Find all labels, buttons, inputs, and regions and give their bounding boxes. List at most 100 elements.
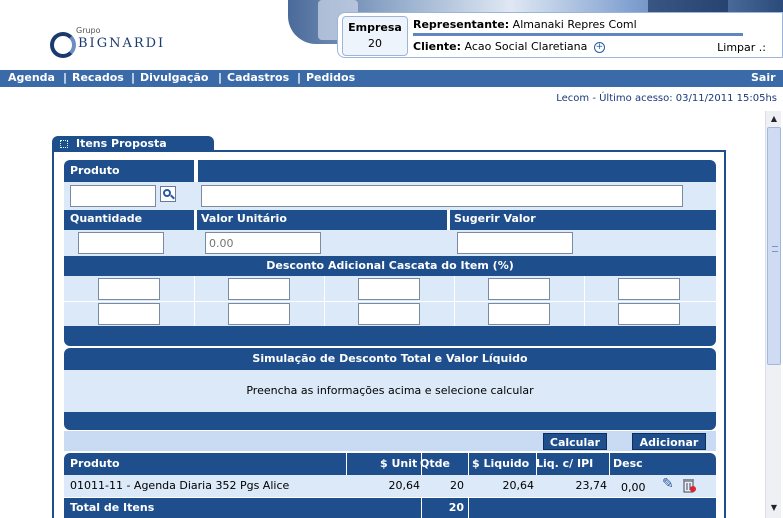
simulacao-message: Preencha as informações acima e selecion… xyxy=(246,384,534,397)
desconto-input-4[interactable] xyxy=(488,278,550,300)
col-divider xyxy=(421,453,422,475)
simulacao-footer xyxy=(64,412,716,430)
col-divider xyxy=(536,453,537,475)
last-access-status: Lecom - Último acesso: 03/11/2011 15:05h… xyxy=(556,93,777,104)
cliente-value: Acao Social Claretiana xyxy=(464,40,588,53)
header-divider xyxy=(413,33,743,36)
col-divider xyxy=(468,453,469,475)
adicionar-button[interactable]: Adicionar xyxy=(632,433,706,450)
produto-code-input[interactable] xyxy=(70,185,156,207)
plus-circle-icon[interactable]: + xyxy=(593,41,605,53)
row-qtde: 20 xyxy=(450,479,464,492)
desconto-input-6[interactable] xyxy=(98,303,160,325)
nav-separator: | xyxy=(297,71,302,84)
simulacao-title: Simulação de Desconto Total e Valor Líqu… xyxy=(252,352,528,365)
valor-unitario-label: Valor Unitário xyxy=(201,212,287,225)
nav-separator: | xyxy=(63,71,68,84)
desconto-input-5[interactable] xyxy=(618,278,680,300)
desconto-input-3[interactable] xyxy=(358,278,420,300)
delete-icon[interactable] xyxy=(682,477,696,493)
nav-sair[interactable]: Sair xyxy=(751,71,776,84)
logo-small-text: Grupo xyxy=(76,26,101,35)
tab-title: Itens Proposta xyxy=(76,137,167,150)
action-row xyxy=(64,431,716,451)
desconto-input-10[interactable] xyxy=(618,303,680,325)
representante-row: Representante: Almanaki Repres Coml xyxy=(413,18,637,31)
produto-header: Produto xyxy=(64,160,194,182)
vertical-scrollbar[interactable]: ▲ ▼ xyxy=(765,111,781,518)
scrollbar-grip xyxy=(772,246,778,252)
desconto-input-9[interactable] xyxy=(488,303,550,325)
sugerir-valor-input[interactable] xyxy=(457,232,573,254)
col-liquido: $ Liquido xyxy=(472,457,530,470)
col-produto: Produto xyxy=(70,457,120,470)
desconto-title: Desconto Adicional Cascata do Item (%) xyxy=(266,259,514,272)
row-desc: 0,00 xyxy=(621,481,646,494)
valor-unitario-header: Valor Unitário xyxy=(197,210,447,230)
grid-divider xyxy=(64,301,716,302)
session-info-box: Empresa 20 Representante: Almanaki Repre… xyxy=(337,12,783,58)
tab-grip-icon xyxy=(60,140,68,148)
valor-unitario-input[interactable] xyxy=(205,232,321,254)
col-desc: Desc xyxy=(613,457,643,470)
empresa-label: Empresa xyxy=(348,21,402,34)
desconto-input-2[interactable] xyxy=(228,278,290,300)
total-label: Total de Itens xyxy=(70,501,155,514)
representante-value: Almanaki Repres Coml xyxy=(512,18,637,31)
col-qtde: Qtde xyxy=(420,457,450,470)
page: Grupo BIGNARDI Empresa 20 Representante:… xyxy=(0,0,783,518)
itens-proposta-panel: Produto Quantidade Valor Unitário Sugeri… xyxy=(52,150,726,518)
logo-name: BIGNARDI xyxy=(78,36,166,51)
col-divider xyxy=(468,498,469,518)
table-total-row: Total de Itens 20 xyxy=(64,498,716,518)
desconto-footer xyxy=(64,326,716,346)
col-divider xyxy=(609,453,610,475)
col-unit: $ Unit xyxy=(380,457,418,470)
header: Grupo BIGNARDI Empresa 20 Representante:… xyxy=(0,0,783,68)
edit-icon[interactable]: ✎ xyxy=(662,476,674,492)
cliente-label: Cliente: xyxy=(413,40,462,53)
nav-cadastros[interactable]: Cadastros xyxy=(227,71,289,84)
desconto-input-1[interactable] xyxy=(98,278,160,300)
magnify-icon[interactable] xyxy=(160,186,176,202)
nav-separator: | xyxy=(218,71,223,84)
nav-separator: | xyxy=(131,71,136,84)
table-row[interactable]: 01011-11 - Agenda Diaria 352 Pgs Alice 2… xyxy=(64,475,716,497)
main-nav: Agenda | Recados | Divulgação | Cadastro… xyxy=(0,70,783,87)
empresa-box[interactable]: Empresa 20 xyxy=(342,16,408,56)
nav-pedidos[interactable]: Pedidos xyxy=(306,71,355,84)
scroll-up-icon[interactable]: ▲ xyxy=(767,112,781,126)
scrollbar-thumb[interactable] xyxy=(767,127,781,365)
col-divider xyxy=(346,453,347,475)
limpar-link[interactable]: Limpar .: xyxy=(717,41,766,54)
produto-description-input[interactable] xyxy=(201,185,683,207)
row-liq-ipi: 23,74 xyxy=(575,479,608,492)
col-divider xyxy=(421,498,422,518)
row-unit: 20,64 xyxy=(388,479,421,492)
magnify-handle xyxy=(170,194,175,200)
col-liq-ipi: Liq. c/ IPI xyxy=(536,457,594,470)
row-liquido: 20,64 xyxy=(502,479,535,492)
company-logo: Grupo BIGNARDI xyxy=(50,26,170,62)
desconto-input-8[interactable] xyxy=(358,303,420,325)
calcular-button[interactable]: Calcular xyxy=(543,433,607,450)
quantidade-label: Quantidade xyxy=(70,212,143,225)
items-table-header: Produto $ Unit Qtde $ Liquido Liq. c/ IP… xyxy=(64,453,716,475)
representante-label: Representante: xyxy=(413,18,510,31)
produto-desc-header xyxy=(198,160,716,182)
row-produto: 01011-11 - Agenda Diaria 352 Pgs Alice xyxy=(70,479,290,492)
scroll-down-icon[interactable]: ▼ xyxy=(767,501,781,515)
cliente-row: Cliente: Acao Social Claretiana + xyxy=(413,40,605,53)
simulacao-header: Simulação de Desconto Total e Valor Líqu… xyxy=(64,348,716,370)
desconto-input-7[interactable] xyxy=(228,303,290,325)
logo-mark-icon xyxy=(50,32,76,58)
nav-recados[interactable]: Recados xyxy=(72,71,124,84)
quantidade-input[interactable] xyxy=(78,232,164,254)
desconto-header: Desconto Adicional Cascata do Item (%) xyxy=(64,256,716,276)
simulacao-body: Preencha as informações acima e selecion… xyxy=(64,370,716,412)
nav-agenda[interactable]: Agenda xyxy=(8,71,55,84)
nav-divulgacao[interactable]: Divulgação xyxy=(140,71,208,84)
empresa-value: 20 xyxy=(368,37,382,50)
sugerir-valor-label: Sugerir Valor xyxy=(454,212,536,225)
produto-label: Produto xyxy=(70,164,120,177)
